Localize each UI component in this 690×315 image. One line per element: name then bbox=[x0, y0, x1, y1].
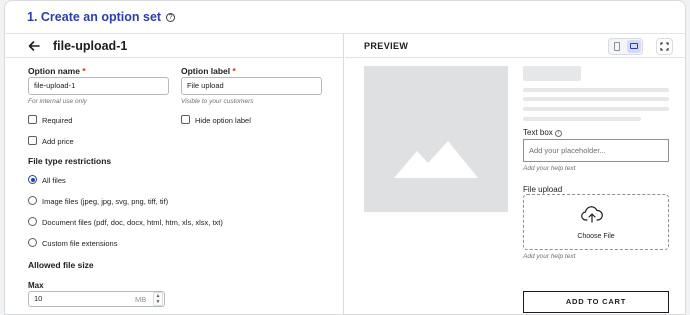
required-checkbox-label: Required bbox=[42, 116, 73, 125]
file-upload-hint: Add your help text bbox=[523, 253, 576, 260]
radio-image-files-label: Image files (jpeg, jpg, svg, png, tiff, … bbox=[42, 197, 169, 206]
desktop-icon bbox=[630, 43, 638, 49]
option-name-label: Option name * bbox=[28, 66, 86, 76]
editor-panel: file-upload-1 Option name * file-upload-… bbox=[5, 34, 344, 314]
image-icon bbox=[394, 141, 478, 178]
skeleton-line bbox=[523, 107, 669, 111]
required-marker: * bbox=[82, 66, 86, 76]
option-set-editor: 1. Create an option set ? file-upload-1 … bbox=[4, 0, 686, 315]
option-name-hint: For internal use only bbox=[28, 98, 87, 105]
file-size-title: Allowed file size bbox=[28, 260, 94, 270]
option-label-hint: Visible to your customers bbox=[181, 98, 254, 105]
add-price-checkbox[interactable] bbox=[28, 136, 37, 145]
editor-toolbar: file-upload-1 bbox=[5, 34, 343, 58]
question-circle-icon[interactable]: ? bbox=[166, 12, 176, 22]
page-header: 1. Create an option set ? bbox=[5, 1, 685, 34]
preview-toolbar: PREVIEW bbox=[345, 34, 685, 58]
info-icon: i bbox=[554, 130, 562, 137]
option-label-label: Option label * bbox=[181, 66, 236, 76]
radio-document-files-label: Document files (pdf, doc, docx, html, ht… bbox=[42, 218, 223, 227]
skeleton-line bbox=[523, 88, 669, 92]
radio-custom-extensions-label: Custom file extensions bbox=[42, 239, 118, 248]
page-title: 1. Create an option set bbox=[27, 10, 162, 24]
add-price-checkbox-label: Add price bbox=[42, 137, 74, 146]
desktop-view-button[interactable] bbox=[627, 40, 641, 53]
radio-document-files[interactable] bbox=[28, 217, 37, 226]
device-toggle bbox=[608, 38, 643, 55]
max-size-label: Max bbox=[28, 281, 44, 290]
expand-icon bbox=[660, 42, 669, 51]
radio-image-files[interactable] bbox=[28, 196, 37, 205]
quantity-stepper[interactable]: ▲ ▼ bbox=[153, 292, 163, 306]
hide-label-checkbox[interactable] bbox=[181, 115, 190, 124]
text-box-input[interactable]: Add your placeholder... bbox=[523, 139, 669, 162]
text-box-label: Text box i bbox=[523, 128, 562, 137]
file-upload-dropzone[interactable]: Choose File bbox=[523, 194, 669, 250]
required-marker: * bbox=[232, 66, 236, 76]
option-label-label-text: Option label bbox=[181, 66, 231, 76]
text-box-label-text: Text box bbox=[523, 128, 553, 137]
choose-file-button[interactable]: Choose File bbox=[524, 233, 668, 240]
add-to-cart-button[interactable]: ADD TO CART bbox=[523, 291, 669, 313]
skeleton-line bbox=[523, 117, 641, 121]
preview-panel: PREVIEW Text box i Add your placeholder.… bbox=[345, 34, 685, 314]
option-name-label-text: Option name bbox=[28, 66, 80, 76]
option-set-title: file-upload-1 bbox=[53, 38, 128, 53]
fullscreen-button[interactable] bbox=[656, 38, 673, 55]
mobile-icon[interactable] bbox=[614, 42, 620, 51]
radio-all-files[interactable] bbox=[28, 175, 37, 184]
option-name-input[interactable]: file-upload-1 bbox=[28, 77, 169, 95]
text-box-hint: Add your help text bbox=[523, 165, 576, 172]
skeleton-title bbox=[523, 66, 581, 81]
product-image-placeholder bbox=[364, 66, 508, 212]
required-checkbox[interactable] bbox=[28, 115, 37, 124]
radio-custom-extensions[interactable] bbox=[28, 238, 37, 247]
arrow-left-icon[interactable] bbox=[27, 39, 41, 53]
hide-label-checkbox-label: Hide option label bbox=[195, 116, 251, 125]
preview-title: PREVIEW bbox=[364, 40, 409, 51]
cloud-upload-icon bbox=[581, 206, 603, 223]
file-type-title: File type restrictions bbox=[28, 156, 112, 166]
max-size-unit: MB bbox=[135, 295, 147, 304]
radio-all-files-label: All files bbox=[42, 176, 66, 185]
option-label-input[interactable]: File upload bbox=[181, 77, 322, 95]
skeleton-line bbox=[523, 97, 669, 101]
file-upload-label: File upload bbox=[523, 185, 563, 194]
